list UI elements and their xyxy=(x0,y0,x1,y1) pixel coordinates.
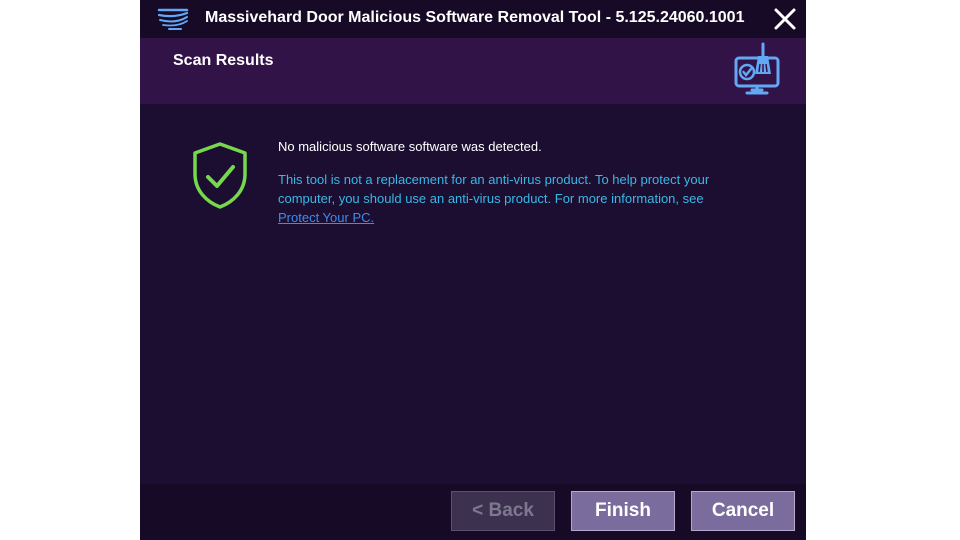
info-text: This tool is not a replacement for an an… xyxy=(278,172,710,206)
dialog-window: Massivehard Door Malicious Software Remo… xyxy=(140,0,806,540)
title-bar: Massivehard Door Malicious Software Remo… xyxy=(140,0,806,38)
monitor-wave-icon xyxy=(157,8,189,30)
computer-cleanup-icon xyxy=(734,42,780,95)
shield-check-icon xyxy=(193,142,247,209)
info-paragraph: This tool is not a replacement for an an… xyxy=(278,170,748,227)
page-title: Scan Results xyxy=(173,52,274,69)
cancel-button[interactable]: Cancel xyxy=(691,491,795,531)
protect-your-pc-link[interactable]: Protect Your PC. xyxy=(278,210,374,225)
button-bar: < Back Finish Cancel xyxy=(140,484,806,540)
back-button[interactable]: < Back xyxy=(451,491,555,531)
scan-result-message: No malicious software software was detec… xyxy=(278,139,542,154)
page-header: Scan Results xyxy=(140,38,806,104)
finish-button[interactable]: Finish xyxy=(571,491,675,531)
close-icon[interactable] xyxy=(770,4,800,34)
window-title: Massivehard Door Malicious Software Remo… xyxy=(205,9,745,26)
